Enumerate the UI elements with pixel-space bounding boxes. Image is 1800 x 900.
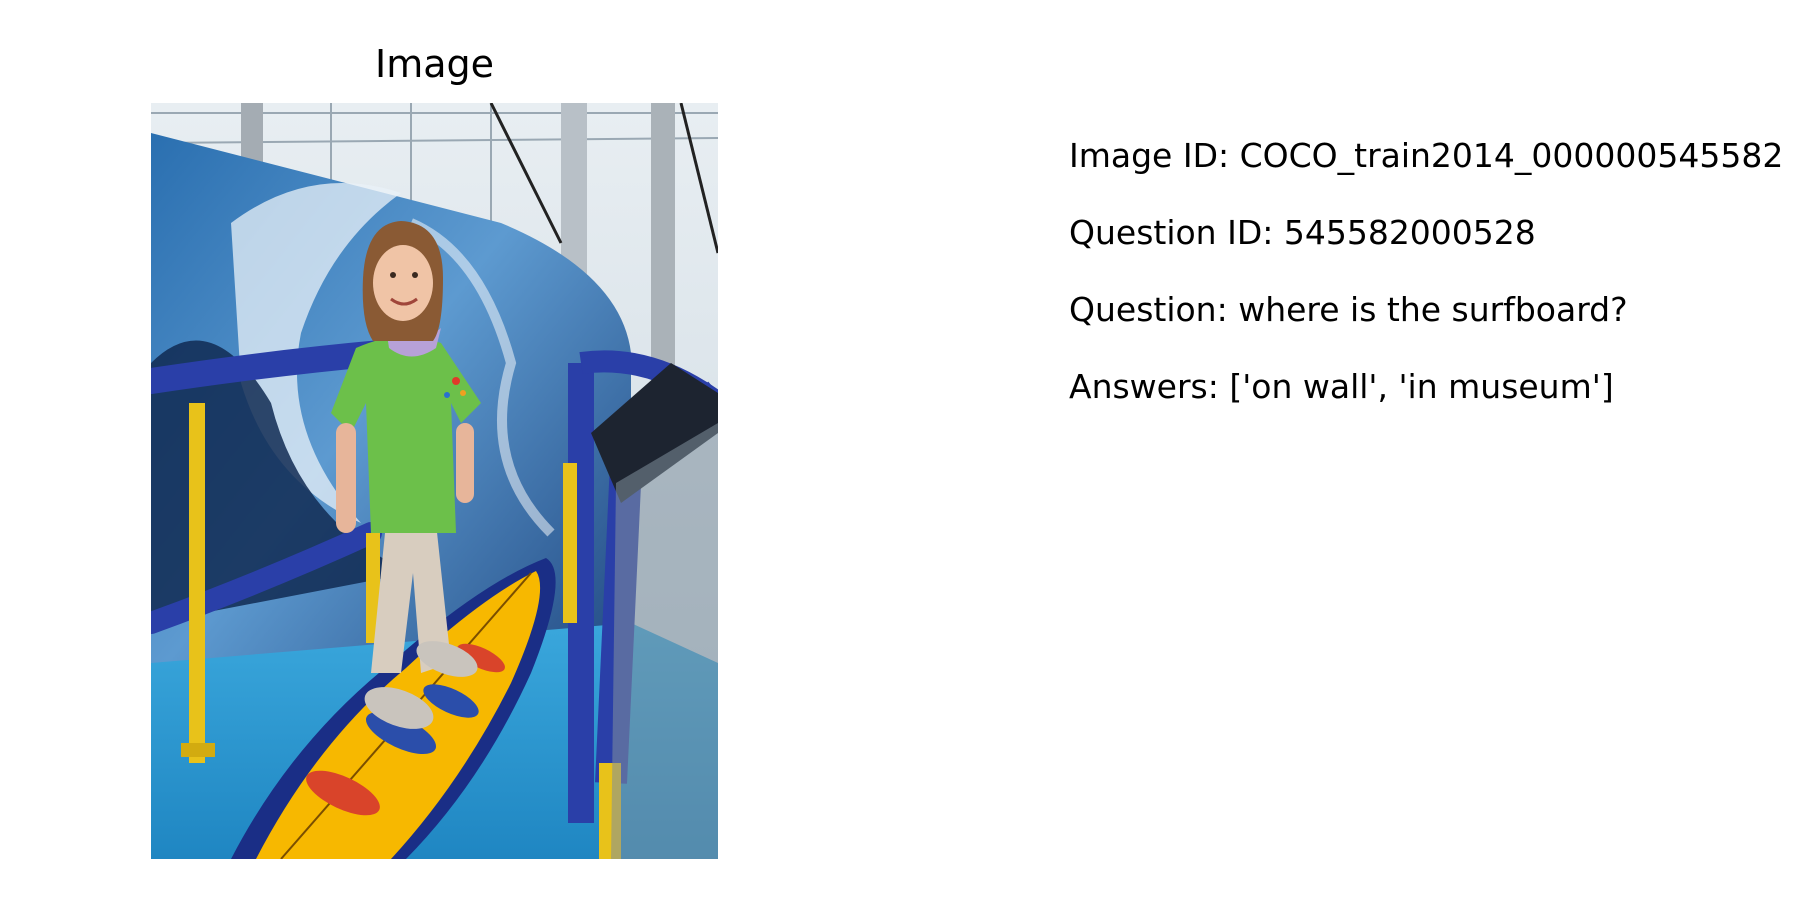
photo-image [151,103,718,859]
image-id-text: Image ID: COCO_train2014_000000545582 [1069,136,1784,175]
answers-text: Answers: ['on wall', 'in museum'] [1069,367,1614,406]
question-id-text: Question ID: 545582000528 [1069,213,1536,252]
photo-girl-on-surfboard-icon [151,103,718,859]
panel-title: Image [374,42,494,86]
info-panel: Image ID: COCO_train2014_000000545582 Qu… [1069,133,1783,441]
question-text: Question: where is the surfboard? [1069,290,1628,329]
